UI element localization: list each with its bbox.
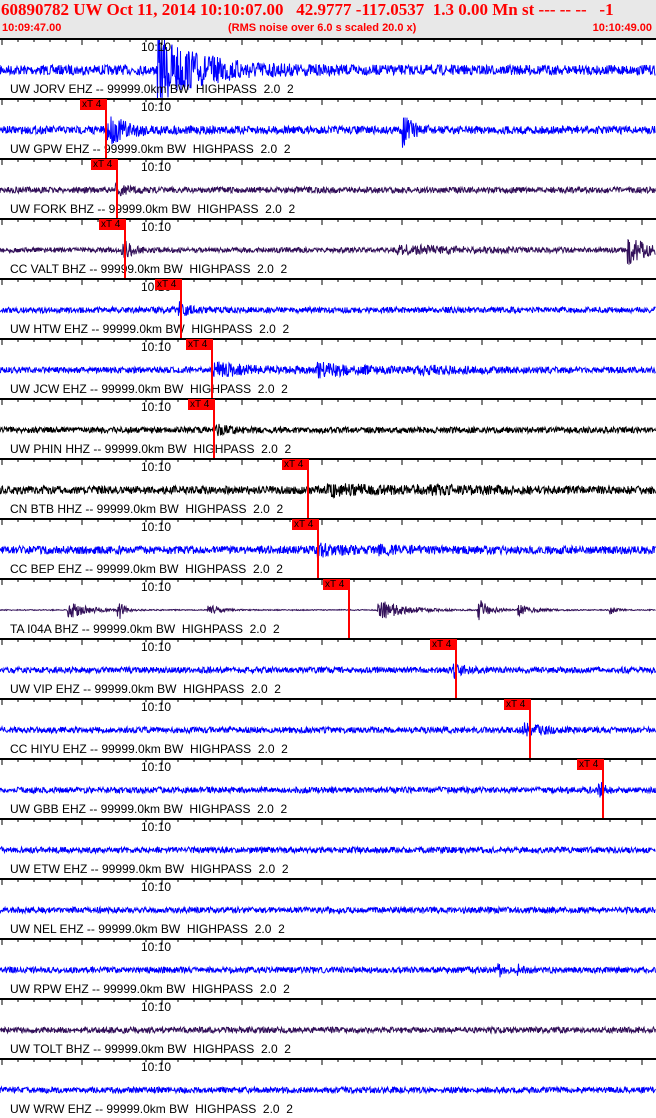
trace-label: UW FORK BHZ -- 99999.0km BW HIGHPASS 2.0…: [10, 202, 296, 216]
trace-panel: 10:10 UW GPW EHZ -- 99999.0km BW HIGHPAS…: [0, 98, 656, 159]
trace-panel: 10:10 TA I04A BHZ -- 99999.0km BW HIGHPA…: [0, 578, 656, 639]
trace-panel: 10:10 UW JCW EHZ -- 99999.0km BW HIGHPAS…: [0, 338, 656, 399]
tick-label: 10:10: [141, 640, 172, 654]
time-axis: [0, 1058, 656, 1060]
tick-label: 10:10: [141, 700, 172, 714]
trace-label: UW GBB EHZ -- 99999.0km BW HIGHPASS 2.0 …: [10, 802, 288, 816]
time-axis: [0, 278, 656, 280]
pick-marker[interactable]: xT 4: [80, 99, 106, 110]
time-axis: [0, 818, 656, 820]
trace-panel: 10:10 UW JORV EHZ -- 99999.0km BW HIGHPA…: [0, 38, 656, 98]
pick-marker[interactable]: xT 4: [91, 159, 117, 170]
time-axis: [0, 458, 656, 460]
trace-label: UW JORV EHZ -- 99999.0km BW HIGHPASS 2.0…: [10, 82, 294, 96]
tick-label: 10:10: [141, 160, 172, 174]
trace-panel: 10:10 CC HIYU EHZ -- 99999.0km BW HIGHPA…: [0, 698, 656, 759]
time-axis: [0, 338, 656, 340]
trace-label: UW JCW EHZ -- 99999.0km BW HIGHPASS 2.0 …: [10, 382, 288, 396]
tick-label: 10:10: [141, 820, 172, 834]
trace-panel: 10:10 UW PHIN HHZ -- 99999.0km BW HIGHPA…: [0, 398, 656, 459]
tick-label: 10:10: [141, 400, 172, 414]
trace-panel: 10:10 UW WRW EHZ -- 99999.0km BW HIGHPAS…: [0, 1058, 656, 1118]
trace-label: CC VALT BHZ -- 99999.0km BW HIGHPASS 2.0…: [10, 262, 288, 276]
event-title: 60890782 UW Oct 11, 2014 10:10:07.00 42.…: [1, 0, 614, 19]
trace-panel: 10:10 UW NEL EHZ -- 99999.0km BW HIGHPAS…: [0, 878, 656, 938]
end-time: 10:10:49.00: [592, 22, 652, 34]
time-axis: [0, 998, 656, 1000]
trace-panel: 10:10 CC BEP EHZ -- 99999.0km BW HIGHPAS…: [0, 518, 656, 579]
pick-marker[interactable]: xT 4: [577, 759, 603, 770]
trace-label: CN BTB HHZ -- 99999.0km BW HIGHPASS 2.0 …: [10, 502, 284, 516]
tick-label: 10:10: [141, 760, 172, 774]
time-axis: [0, 398, 656, 400]
pick-marker[interactable]: xT 4: [188, 399, 214, 410]
tick-label: 10:10: [141, 40, 172, 54]
trace-panel: 10:10 UW FORK BHZ -- 99999.0km BW HIGHPA…: [0, 158, 656, 219]
tick-label: 10:10: [141, 880, 172, 894]
tick-label: 10:10: [141, 1060, 172, 1074]
pick-marker[interactable]: xT 4: [430, 639, 456, 650]
pick-marker[interactable]: xT 4: [292, 519, 318, 530]
pick-marker[interactable]: xT 4: [155, 279, 181, 290]
trace-label: UW VIP EHZ -- 99999.0km BW HIGHPASS 2.0 …: [10, 682, 281, 696]
trace-panel: 10:10 UW VIP EHZ -- 99999.0km BW HIGHPAS…: [0, 638, 656, 699]
trace-label: UW WRW EHZ -- 99999.0km BW HIGHPASS 2.0 …: [10, 1102, 293, 1116]
tick-label: 10:10: [141, 220, 172, 234]
trace-panel: 10:10 UW RPW EHZ -- 99999.0km BW HIGHPAS…: [0, 938, 656, 998]
tick-label: 10:10: [141, 100, 172, 114]
time-axis: [0, 638, 656, 640]
trace-label: UW PHIN HHZ -- 99999.0km BW HIGHPASS 2.0…: [10, 442, 292, 456]
trace-panel: 10:10 CN BTB HHZ -- 99999.0km BW HIGHPAS…: [0, 458, 656, 519]
trace-panel: 10:10 UW ETW EHZ -- 99999.0km BW HIGHPAS…: [0, 818, 656, 878]
tick-label: 10:10: [141, 940, 172, 954]
time-axis: [0, 38, 656, 40]
pick-marker[interactable]: xT 4: [186, 339, 212, 350]
time-axis: [0, 518, 656, 520]
pick-marker[interactable]: xT 4: [504, 699, 530, 710]
tick-label: 10:10: [141, 1000, 172, 1014]
tick-label: 10:10: [141, 340, 172, 354]
trace-label: UW NEL EHZ -- 99999.0km BW HIGHPASS 2.0 …: [10, 922, 285, 936]
trace-label: UW TOLT BHZ -- 99999.0km BW HIGHPASS 2.0…: [10, 1042, 291, 1056]
pick-marker[interactable]: xT 4: [99, 219, 125, 230]
tick-label: 10:10: [141, 580, 172, 594]
trace-panel: 10:10 UW TOLT BHZ -- 99999.0km BW HIGHPA…: [0, 998, 656, 1058]
pick-marker[interactable]: xT 4: [282, 459, 308, 470]
scaling-note: (RMS noise over 6.0 s scaled 20.0 x): [228, 22, 417, 34]
time-axis: [0, 698, 656, 700]
trace-label: CC HIYU EHZ -- 99999.0km BW HIGHPASS 2.0…: [10, 742, 288, 756]
event-header: 60890782 UW Oct 11, 2014 10:10:07.00 42.…: [0, 0, 656, 38]
trace-panel: 10:10 UW GBB EHZ -- 99999.0km BW HIGHPAS…: [0, 758, 656, 819]
trace-panel: 10:10 UW HTW EHZ -- 99999.0km BW HIGHPAS…: [0, 278, 656, 339]
start-time: 10:09:47.00: [2, 22, 62, 34]
time-axis: [0, 758, 656, 760]
trace-label: CC BEP EHZ -- 99999.0km BW HIGHPASS 2.0 …: [10, 562, 283, 576]
trace-label: TA I04A BHZ -- 99999.0km BW HIGHPASS 2.0…: [10, 622, 280, 636]
trace-label: UW GPW EHZ -- 99999.0km BW HIGHPASS 2.0 …: [10, 142, 291, 156]
trace-label: UW ETW EHZ -- 99999.0km BW HIGHPASS 2.0 …: [10, 862, 289, 876]
time-axis: [0, 878, 656, 880]
pick-marker[interactable]: xT 4: [323, 579, 349, 590]
trace-label: UW RPW EHZ -- 99999.0km BW HIGHPASS 2.0 …: [10, 982, 290, 996]
tick-label: 10:10: [141, 520, 172, 534]
trace-label: UW HTW EHZ -- 99999.0km BW HIGHPASS 2.0 …: [10, 322, 290, 336]
time-axis: [0, 938, 656, 940]
trace-panel: 10:10 CC VALT BHZ -- 99999.0km BW HIGHPA…: [0, 218, 656, 279]
tick-label: 10:10: [141, 460, 172, 474]
